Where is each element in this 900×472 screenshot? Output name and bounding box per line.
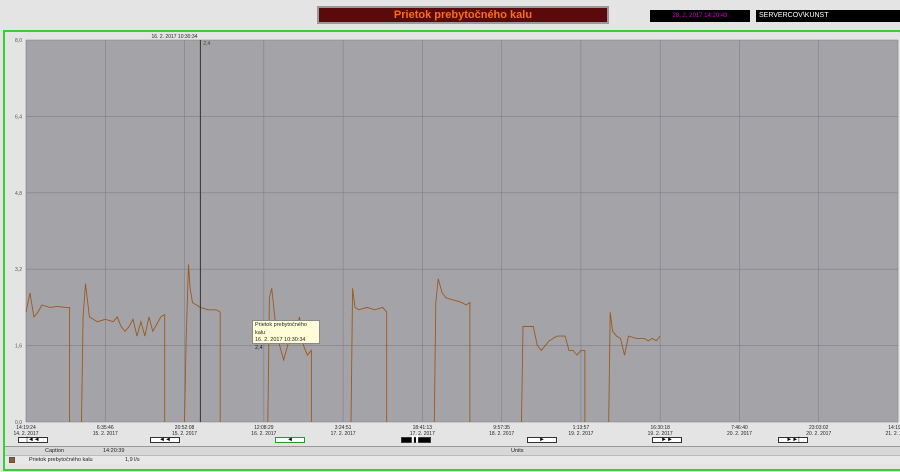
series-color-swatch [9,457,15,463]
legend-header: Caption 14:20:39 Units [5,446,900,455]
nav-forward-button[interactable]: ► [527,437,557,443]
y-tick-label: 1,6 [15,344,22,350]
x-tick-date: 15. 2. 2017 [93,431,118,437]
y-tick-label: 6,4 [15,114,22,120]
x-tick-date: 21. 2. 2017 [885,431,900,437]
x-tick-date: 20. 2. 2017 [727,431,752,437]
legend-series-caption: Prietok prebytočného kalu [29,457,93,463]
nav-back-button[interactable]: ◄ [275,437,305,443]
trend-chart[interactable]: 8,06,44,83,21,60,014:19:2414. 2. 20176:3… [0,0,900,472]
tooltip-title: Prietok prebytočného kalu [255,322,307,336]
nav-pause-button[interactable]: ▌▌ [401,437,431,443]
x-tick-date: 19. 2. 2017 [568,431,593,437]
y-tick-label: 8,0 [15,38,22,44]
x-tick-date: 20. 2. 2017 [806,431,831,437]
tooltip-value: 2,4 [255,344,263,351]
y-tick-label: 3,2 [15,267,22,273]
cursor-value-label: 2,4 [203,41,210,47]
legend-row[interactable]: Prietok prebytočného kalu 1,9 l/s [5,455,900,464]
nav-fast-forward-button[interactable]: ►► [652,437,682,443]
x-tick-date: 17. 2. 2017 [331,431,356,437]
nav-fast-back-button[interactable]: ◄◄ [150,437,180,443]
x-tick-date: 18. 2. 2017 [489,431,514,437]
legend-units-header: Units [511,448,524,454]
legend-series-value: 1,9 l/s [125,457,140,463]
cursor-time-label: 16. 2. 2017 10:30:34 [152,34,198,40]
legend-time-header: 14:20:39 [103,448,125,454]
value-tooltip: Prietok prebytočného kalu 16. 2. 2017 10… [252,320,320,351]
x-tick-date: 16. 2. 2017 [251,431,276,437]
nav-end-button[interactable]: ►►| [778,437,808,443]
y-tick-label: 4,8 [15,191,22,197]
plot-area [26,40,898,422]
nav-start-button[interactable]: |◄◄ [18,437,48,443]
legend-caption-header: Caption [45,448,64,454]
tooltip-time: 16. 2. 2017 10:30:34 [255,337,306,343]
